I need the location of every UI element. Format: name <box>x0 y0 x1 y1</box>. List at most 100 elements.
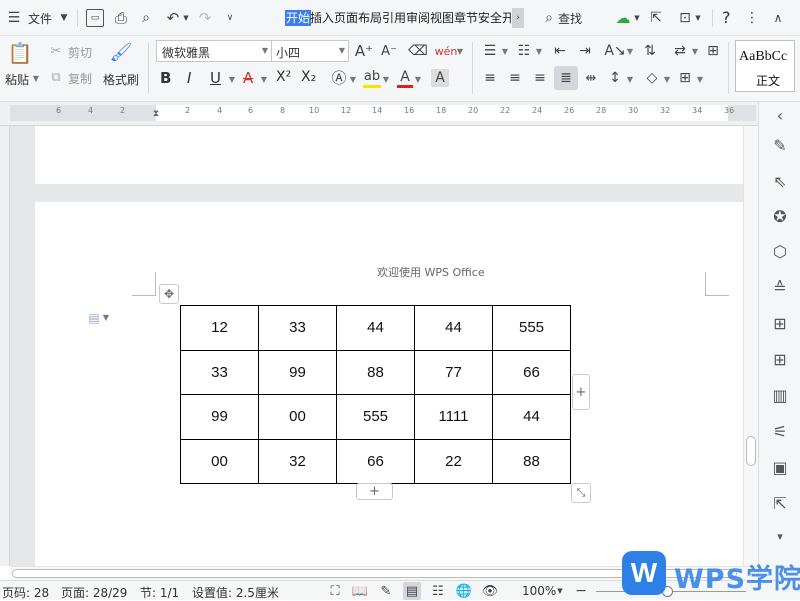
justify-icon[interactable]: ≣ <box>554 66 578 90</box>
table-cell[interactable]: 33 <box>180 349 259 395</box>
table-cell[interactable]: 66 <box>336 438 415 484</box>
highlight-dropdown-icon[interactable]: ▼ <box>382 75 390 85</box>
tab-settings-icon[interactable]: ⇄ <box>671 42 689 60</box>
collapse-ribbon-icon[interactable]: ∧ <box>770 9 786 27</box>
grow-font-icon[interactable]: A⁺ <box>355 42 373 60</box>
format-painter-button[interactable]: 格式刷 <box>103 71 139 88</box>
paste-button[interactable]: 粘贴 <box>5 71 29 88</box>
cut-button[interactable]: 剪切 <box>68 44 92 61</box>
data-table[interactable]: 12 33 44 44 555 33 99 88 77 66 99 00 555… <box>180 305 571 484</box>
table-cell[interactable]: 88 <box>492 438 571 484</box>
scroll-thumb[interactable] <box>746 436 756 466</box>
char-shading-icon[interactable]: A <box>431 69 449 87</box>
indent-marker-icon[interactable]: ⧗ <box>150 102 162 126</box>
format-painter-icon[interactable]: 🖌 <box>110 40 133 66</box>
print-icon[interactable]: ⎙ <box>112 9 130 27</box>
undo-dropdown-icon[interactable]: ▼ <box>182 12 190 24</box>
copy-button[interactable]: 复制 <box>68 70 92 87</box>
bullet-list-icon[interactable]: ☰ <box>481 42 499 60</box>
redo-icon[interactable]: ↷ <box>196 9 214 27</box>
font-name-select[interactable]: 微软雅黑 ▼ <box>156 40 272 62</box>
cloud-sync-icon[interactable]: ☁ <box>613 9 633 27</box>
table-cell[interactable]: 32 <box>258 438 337 484</box>
help-icon[interactable]: ? <box>722 8 731 27</box>
text-effect-icon[interactable]: Ⓐ <box>330 68 348 88</box>
page-code-status[interactable]: 页码: 28 <box>2 584 49 601</box>
table-cell[interactable]: 22 <box>414 438 493 484</box>
section-status[interactable]: 节: 1/1 <box>140 584 179 601</box>
paste-dropdown-icon[interactable]: ▼ <box>32 74 40 84</box>
tabs-scroll-right-icon[interactable]: › <box>512 8 524 28</box>
tab-settings-dropdown-icon[interactable]: ▼ <box>691 47 699 57</box>
paragraph-options-icon[interactable]: ▤ <box>87 310 101 326</box>
setting-status[interactable]: 设置值: 2.5厘米 <box>192 584 279 601</box>
table-cell[interactable]: 00 <box>258 394 337 440</box>
tab-home[interactable]: 开始 <box>285 10 312 26</box>
document-canvas[interactable]: 欢迎使用 WPS Office ▤ ▼ ✥ 12 33 44 44 555 33… <box>10 126 743 566</box>
toolbox-icon[interactable]: ⊡ <box>676 9 694 27</box>
layers-icon[interactable]: ≙ <box>768 276 792 300</box>
apps-grid-icon[interactable]: ⊞ <box>768 348 792 372</box>
table-cell[interactable]: 44 <box>492 394 571 440</box>
horizontal-ruler[interactable]: ⧗ 6 4 2 2 4 6 8 10 12 14 16 18 20 22 24 … <box>0 102 758 126</box>
tab-view[interactable]: 视图 <box>430 10 454 26</box>
print-preview-icon[interactable]: ⌕ <box>137 9 155 27</box>
table-cell[interactable]: 99 <box>180 394 259 440</box>
tab-chapter[interactable]: 章节 <box>454 10 478 26</box>
shading-dropdown-icon[interactable]: ▼ <box>663 75 671 85</box>
font-color-dropdown-icon[interactable]: ▼ <box>414 75 422 85</box>
table-cell[interactable]: 00 <box>180 438 259 484</box>
phonetic-dropdown-icon[interactable]: ▼ <box>456 47 464 57</box>
table-cell[interactable]: 77 <box>414 349 493 395</box>
outline-view-icon[interactable]: ☷ <box>430 583 446 599</box>
page-view-icon[interactable]: ▤ <box>403 582 421 600</box>
clear-format-icon[interactable]: ⌫ <box>408 42 428 60</box>
table-cell[interactable]: 555 <box>492 305 571 351</box>
table-cell[interactable]: 88 <box>336 349 415 395</box>
highlight-icon[interactable]: ab <box>363 68 381 88</box>
fullscreen-icon[interactable]: ⛶ <box>327 583 343 599</box>
save-icon[interactable]: ▭ <box>86 9 104 27</box>
font-color-icon[interactable]: A <box>397 68 413 88</box>
decrease-indent-icon[interactable]: ⇤ <box>551 42 569 60</box>
vertical-ruler[interactable] <box>0 126 10 566</box>
strikethrough-dropdown-icon[interactable]: ▼ <box>260 75 268 85</box>
reading-mode-icon[interactable]: 📖 <box>352 583 368 599</box>
page-count-status[interactable]: 页面: 28/29 <box>61 584 127 601</box>
font-name-dropdown-icon[interactable]: ▼ <box>261 46 269 56</box>
align-right-icon[interactable]: ≡ <box>531 68 549 88</box>
table-cell[interactable]: 555 <box>336 394 415 440</box>
add-row-button[interactable]: + <box>356 483 393 500</box>
cloud-dropdown-icon[interactable]: ▼ <box>633 12 641 24</box>
copy-icon[interactable]: ⧉ <box>48 69 64 85</box>
bold-button[interactable]: B <box>160 69 171 87</box>
chevron-down-icon[interactable]: ▼ <box>58 11 70 25</box>
web-view-icon[interactable]: 🌐 <box>456 583 472 599</box>
tab-page-layout[interactable]: 页面布局 <box>334 10 382 26</box>
sidebar-collapse-icon[interactable]: ‹ <box>768 104 792 128</box>
numbered-list-icon[interactable]: ☷ <box>515 42 533 60</box>
sort-icon[interactable]: ⇅ <box>641 42 659 60</box>
text-direction-dropdown-icon[interactable]: ▼ <box>626 47 634 57</box>
scroll-down-icon[interactable]: ▾ <box>768 524 792 548</box>
paste-icon[interactable]: 📋 <box>8 40 33 66</box>
table-cell[interactable]: 44 <box>336 305 415 351</box>
more-vertical-icon[interactable]: ⋮ <box>745 9 759 27</box>
select-cursor-icon[interactable]: ⇖ <box>768 170 792 194</box>
write-mode-icon[interactable]: ✎ <box>378 583 394 599</box>
toolbox-dropdown-icon[interactable]: ▼ <box>694 12 702 24</box>
text-effect-dropdown-icon[interactable]: ▼ <box>349 75 357 85</box>
superscript-button[interactable]: X² <box>276 69 291 85</box>
align-left-icon[interactable]: ≡ <box>481 68 499 88</box>
paragraph-options-dropdown-icon[interactable]: ▼ <box>102 313 110 323</box>
table-cell[interactable]: 12 <box>180 305 259 351</box>
add-column-button[interactable]: + <box>572 374 590 410</box>
font-size-dropdown-icon[interactable]: ▼ <box>338 46 346 56</box>
tab-insert[interactable]: 插入 <box>310 10 334 26</box>
table-icon[interactable]: ⊞ <box>768 312 792 336</box>
borders-icon[interactable]: ⊞ <box>676 68 694 88</box>
file-menu[interactable]: 文件 <box>28 10 52 27</box>
image-icon[interactable]: ▣ <box>768 456 792 480</box>
numbered-list-dropdown-icon[interactable]: ▼ <box>535 47 543 57</box>
phonetic-icon[interactable]: wén <box>435 41 458 61</box>
